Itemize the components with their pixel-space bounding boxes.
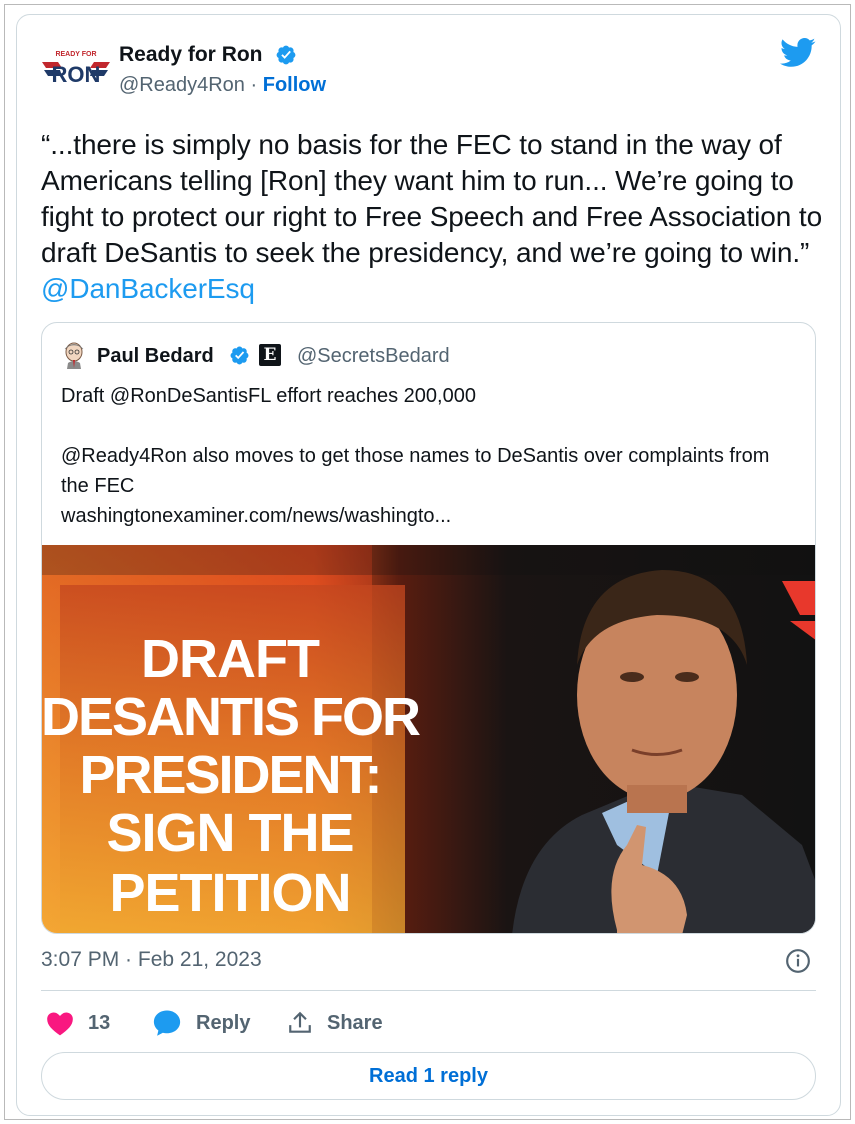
footer-divider — [41, 990, 816, 991]
tweet-body: “...there is simply no basis for the FEC… — [41, 129, 823, 268]
heart-icon — [47, 1012, 73, 1036]
quote-verified-badge-icon — [230, 346, 249, 365]
twitter-bird-icon[interactable] — [780, 38, 816, 68]
image-headline-line-5: PETITION — [109, 863, 350, 923]
image-headline-line-1: DRAFT — [141, 629, 320, 689]
quote-media-image[interactable]: DRAFT DESANTIS FOR PRESIDENT: SIGN THE P… — [42, 545, 816, 934]
quote-author-handle[interactable]: @SecretsBedard — [297, 345, 450, 368]
reply-label: Reply — [196, 1011, 251, 1034]
share-label: Share — [327, 1011, 383, 1034]
logo-text-top: READY FOR — [55, 51, 96, 58]
share-icon — [289, 1011, 311, 1033]
ready-for-ron-logo[interactable]: READY FOR RON — [40, 44, 112, 94]
like-button[interactable]: 13 — [46, 1008, 110, 1038]
quote-text: Draft @RonDeSantisFL effort reaches 200,… — [61, 381, 801, 531]
tweet-text: “...there is simply no basis for the FEC… — [41, 127, 831, 307]
share-button[interactable]: Share — [287, 1008, 383, 1038]
author-handle-row: @Ready4Ron · Follow — [119, 74, 326, 97]
quote-link[interactable]: washingtonexaminer.com/news/washingto... — [61, 501, 801, 531]
logo-text-main: RON — [52, 62, 101, 87]
image-headline-line-3: PRESIDENT: — [79, 745, 380, 805]
mention-link[interactable]: @DanBackerEsq — [41, 273, 255, 304]
author-handle[interactable]: @Ready4Ron — [119, 74, 245, 96]
author-name[interactable]: Ready for Ron — [119, 43, 263, 67]
like-count: 13 — [88, 1011, 111, 1034]
quote-line-2: @Ready4Ron also moves to get those names… — [61, 445, 770, 497]
quoted-tweet[interactable]: Paul Bedard E @SecretsBedard Draft @RonD… — [41, 322, 816, 934]
image-headline-line-4: SIGN THE — [106, 803, 353, 863]
info-icon[interactable] — [785, 948, 811, 974]
follow-button[interactable]: Follow — [263, 74, 326, 96]
quote-author-name[interactable]: Paul Bedard — [97, 345, 214, 368]
tweet-timestamp[interactable]: 3:07 PM · Feb 21, 2023 — [41, 948, 262, 972]
read-replies-button[interactable]: Read 1 reply — [41, 1052, 816, 1100]
image-headline-line-2: DESANTIS FOR — [42, 687, 420, 747]
quote-author-avatar[interactable] — [60, 341, 88, 369]
reply-bubble-icon — [153, 1010, 181, 1036]
quote-line-1: Draft @RonDeSantisFL effort reaches 200,… — [61, 385, 476, 407]
separator: · — [250, 74, 258, 96]
verified-badge-icon — [276, 45, 296, 65]
publisher-affiliation-icon: E — [259, 344, 281, 366]
reply-button[interactable]: Reply — [152, 1008, 250, 1038]
